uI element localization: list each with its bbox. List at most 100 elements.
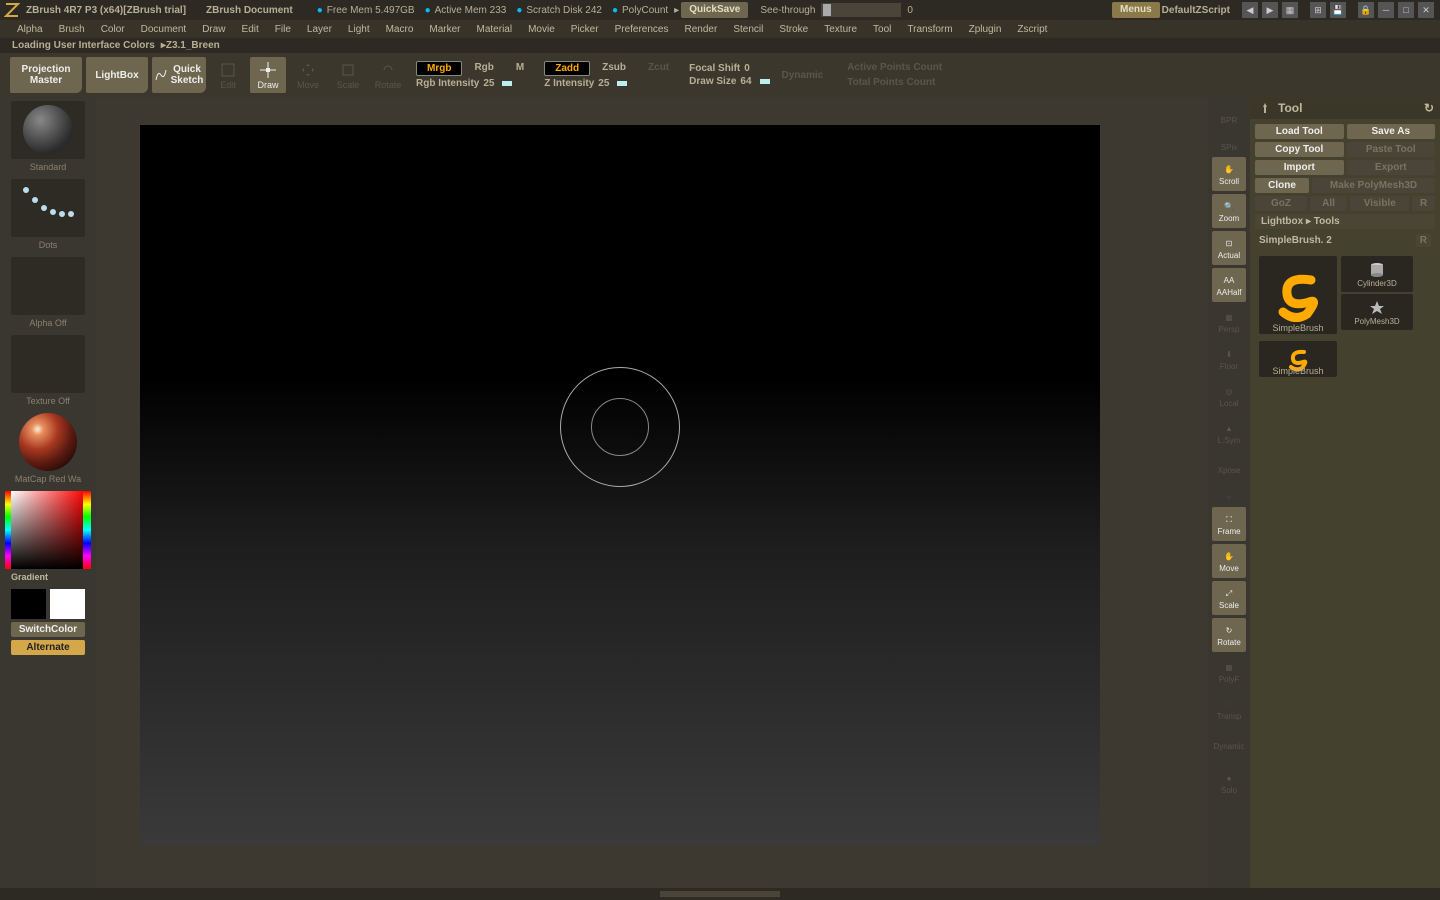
doc-icon[interactable]: ▦ xyxy=(1282,2,1298,18)
lightbox-tools-bar[interactable]: Lightbox ▸ Tools xyxy=(1255,214,1435,229)
tool-panel-header[interactable]: Tool ↻ xyxy=(1250,97,1440,119)
slider-tick[interactable] xyxy=(617,81,627,86)
make-polymesh-button[interactable]: Make PolyMesh3D xyxy=(1312,178,1435,193)
menu-material[interactable]: Material xyxy=(472,24,518,35)
menu-zplugin[interactable]: Zplugin xyxy=(964,24,1007,35)
tool-simplebrush-2[interactable]: SimpleBrush xyxy=(1259,341,1337,377)
canvas[interactable] xyxy=(140,125,1100,845)
switchcolor-button[interactable]: SwitchColor xyxy=(11,622,85,637)
menu-alpha[interactable]: Alpha xyxy=(12,24,48,35)
menu-zscript[interactable]: Zscript xyxy=(1012,24,1052,35)
lock-icon[interactable]: 🔒 xyxy=(1358,2,1374,18)
scroll-button[interactable]: ✋Scroll xyxy=(1212,157,1246,191)
pin-icon[interactable] xyxy=(1258,101,1272,115)
hue-strip-right[interactable] xyxy=(83,491,91,569)
solo-button[interactable]: ●Solo xyxy=(1212,766,1246,800)
persp-button[interactable]: ▦Persp xyxy=(1212,305,1246,339)
actual-button[interactable]: ⊡Actual xyxy=(1212,231,1246,265)
minimize-icon[interactable]: ─ xyxy=(1378,2,1394,18)
swatch-primary[interactable] xyxy=(50,589,85,619)
zscript-label[interactable]: DefaultZScript xyxy=(1162,5,1230,16)
save-icon[interactable]: 💾 xyxy=(1330,2,1346,18)
refresh-icon[interactable]: ↻ xyxy=(1424,101,1434,115)
spix-label[interactable]: SPix xyxy=(1219,140,1239,154)
clone-button[interactable]: Clone xyxy=(1255,178,1309,193)
tool-simplebrush[interactable]: SimpleBrush xyxy=(1259,256,1337,334)
rotate-button[interactable]: Rotate xyxy=(370,57,406,93)
rgb-toggle[interactable]: Rgb xyxy=(464,61,503,76)
bpr-button[interactable]: BPR xyxy=(1212,103,1246,137)
goz-r-button[interactable]: R xyxy=(1412,196,1435,211)
zsub-toggle[interactable]: Zsub xyxy=(592,61,636,76)
scale-button[interactable]: Scale xyxy=(330,57,366,93)
resize-handle[interactable] xyxy=(660,891,780,897)
floor-button[interactable]: ⬇Floor xyxy=(1212,342,1246,376)
menu-transform[interactable]: Transform xyxy=(902,24,957,35)
menu-marker[interactable]: Marker xyxy=(424,24,465,35)
quick-sketch-button[interactable]: Quick Sketch xyxy=(152,57,206,93)
brush-thumb[interactable] xyxy=(11,101,85,159)
rgb-intensity-value[interactable]: 25 xyxy=(483,78,494,89)
move-button[interactable]: Move xyxy=(290,57,326,93)
seethrough-slider[interactable] xyxy=(821,3,901,17)
shelf-scale-button[interactable]: ⤢Scale xyxy=(1212,581,1246,615)
import-button[interactable]: Import xyxy=(1255,160,1344,175)
copy-tool-button[interactable]: Copy Tool xyxy=(1255,142,1344,157)
transp-button[interactable]: ◌Transp xyxy=(1212,692,1246,726)
focal-shift-value[interactable]: 0 xyxy=(744,63,750,74)
menu-brush[interactable]: Brush xyxy=(54,24,90,35)
shelf-rotate-button[interactable]: ↻Rotate xyxy=(1212,618,1246,652)
dynamic-shelf-button[interactable]: Dynamic xyxy=(1212,729,1246,763)
local-button[interactable]: ◎Local xyxy=(1212,379,1246,413)
draw-button[interactable]: Draw xyxy=(250,57,286,93)
xpose-button[interactable]: Xpose xyxy=(1212,453,1246,487)
menus-button[interactable]: Menus xyxy=(1112,2,1160,18)
goz-visible-button[interactable]: Visible xyxy=(1350,196,1409,211)
menu-stencil[interactable]: Stencil xyxy=(728,24,768,35)
goz-all-button[interactable]: All xyxy=(1310,196,1347,211)
window-icon[interactable]: ⊞ xyxy=(1310,2,1326,18)
menu-tool[interactable]: Tool xyxy=(868,24,896,35)
menu-file[interactable]: File xyxy=(270,24,296,35)
edit-button[interactable]: Edit xyxy=(210,57,246,93)
zadd-toggle[interactable]: Zadd xyxy=(544,61,590,76)
goz-button[interactable]: GoZ xyxy=(1255,196,1307,211)
menu-render[interactable]: Render xyxy=(680,24,723,35)
swatch-secondary[interactable] xyxy=(11,589,46,619)
load-tool-button[interactable]: Load Tool xyxy=(1255,124,1344,139)
tool-polymesh3d[interactable]: PolyMesh3D xyxy=(1341,294,1413,330)
menu-draw[interactable]: Draw xyxy=(197,24,230,35)
zcut-toggle[interactable]: Zcut xyxy=(638,61,679,76)
maximize-icon[interactable]: □ xyxy=(1398,2,1414,18)
menu-color[interactable]: Color xyxy=(96,24,130,35)
menu-texture[interactable]: Texture xyxy=(819,24,862,35)
polyf-button[interactable]: ▦PolyF xyxy=(1212,655,1246,689)
dynamic-label[interactable]: Dynamic xyxy=(782,70,824,81)
menu-movie[interactable]: Movie xyxy=(523,24,560,35)
projection-master-button[interactable]: Projection Master xyxy=(10,57,82,93)
gradient-label[interactable]: Gradient xyxy=(11,572,85,582)
slider-tick[interactable] xyxy=(760,79,770,84)
stroke-thumb[interactable] xyxy=(11,179,85,237)
paste-tool-button[interactable]: Paste Tool xyxy=(1347,142,1436,157)
tool-cylinder3d[interactable]: Cylinder3D xyxy=(1341,256,1413,292)
menu-document[interactable]: Document xyxy=(136,24,192,35)
alpha-thumb[interactable] xyxy=(11,257,85,315)
close-icon[interactable]: ✕ xyxy=(1418,2,1434,18)
tool-r-button[interactable]: R xyxy=(1416,234,1431,247)
alternate-button[interactable]: Alternate xyxy=(11,640,85,655)
aahalf-button[interactable]: AAAAHalf xyxy=(1212,268,1246,302)
slider-tick[interactable] xyxy=(502,81,512,86)
export-button[interactable]: Export xyxy=(1347,160,1436,175)
z-intensity-value[interactable]: 25 xyxy=(598,78,609,89)
mrgb-toggle[interactable]: Mrgb xyxy=(416,61,462,76)
lsym-button[interactable]: ▲L.Sym xyxy=(1212,416,1246,450)
menu-stroke[interactable]: Stroke xyxy=(774,24,813,35)
menu-edit[interactable]: Edit xyxy=(237,24,264,35)
shelf-move-button[interactable]: ✋Move xyxy=(1212,544,1246,578)
nav-right-icon[interactable]: ▶ xyxy=(1262,2,1278,18)
polycount[interactable]: PolyCount xyxy=(622,5,668,16)
nav-left-icon[interactable]: ◀ xyxy=(1242,2,1258,18)
material-thumb[interactable] xyxy=(11,413,85,471)
zoom-button[interactable]: 🔍Zoom xyxy=(1212,194,1246,228)
